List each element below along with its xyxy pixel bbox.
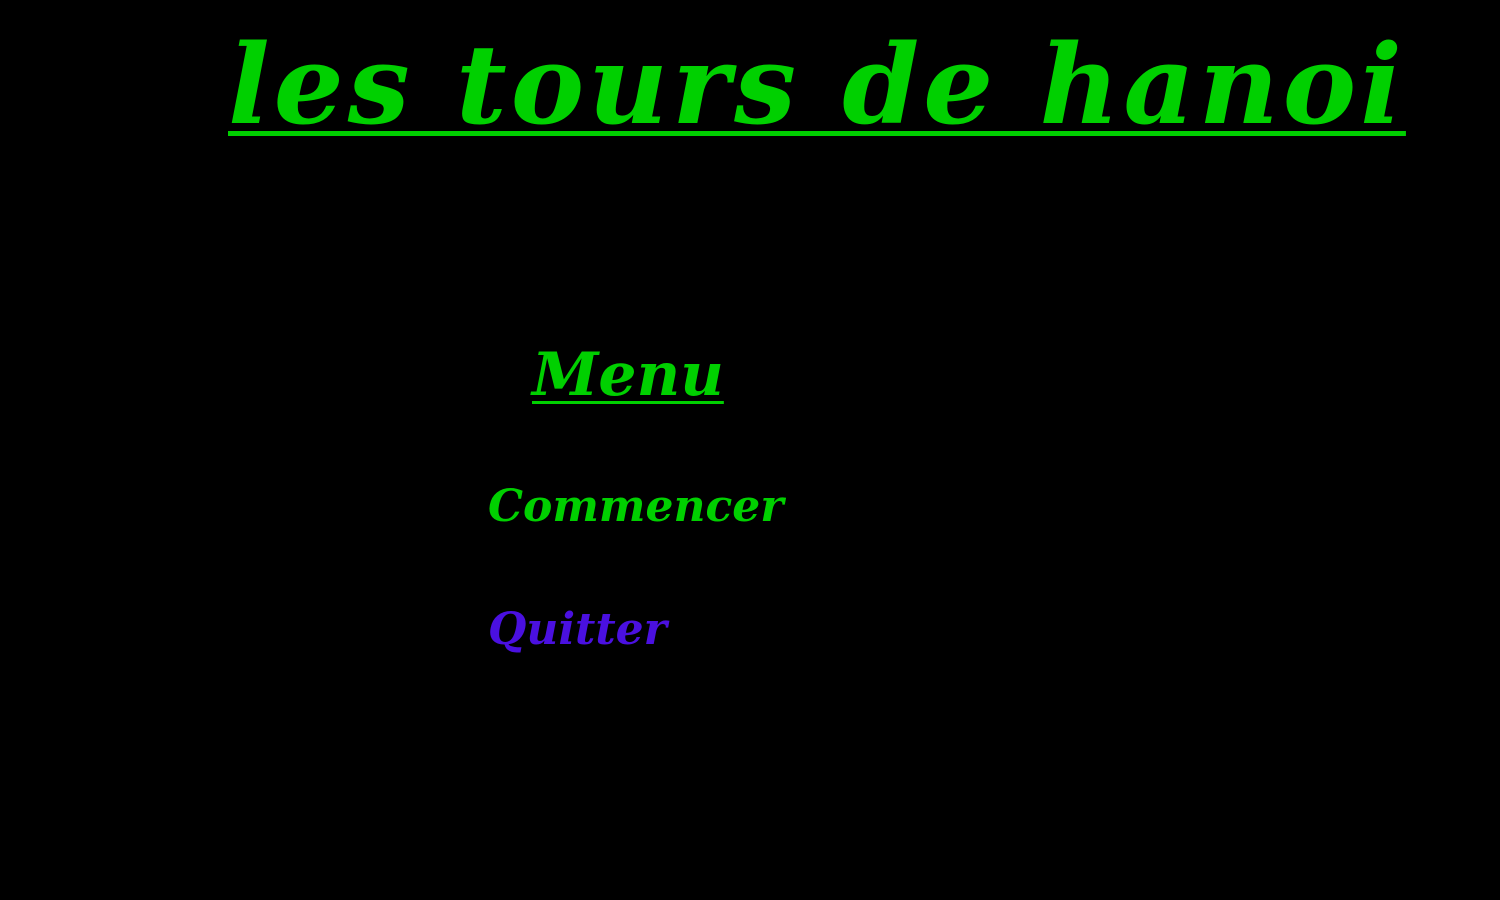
game-title: les tours de hanoi bbox=[228, 20, 1406, 149]
menu-option-quitter[interactable]: Quitter bbox=[488, 605, 667, 654]
menu-option-commencer[interactable]: Commencer bbox=[488, 482, 783, 531]
menu-heading: Menu bbox=[532, 340, 724, 410]
game-window: les tours de hanoi Menu Commencer Quitte… bbox=[0, 0, 1500, 900]
